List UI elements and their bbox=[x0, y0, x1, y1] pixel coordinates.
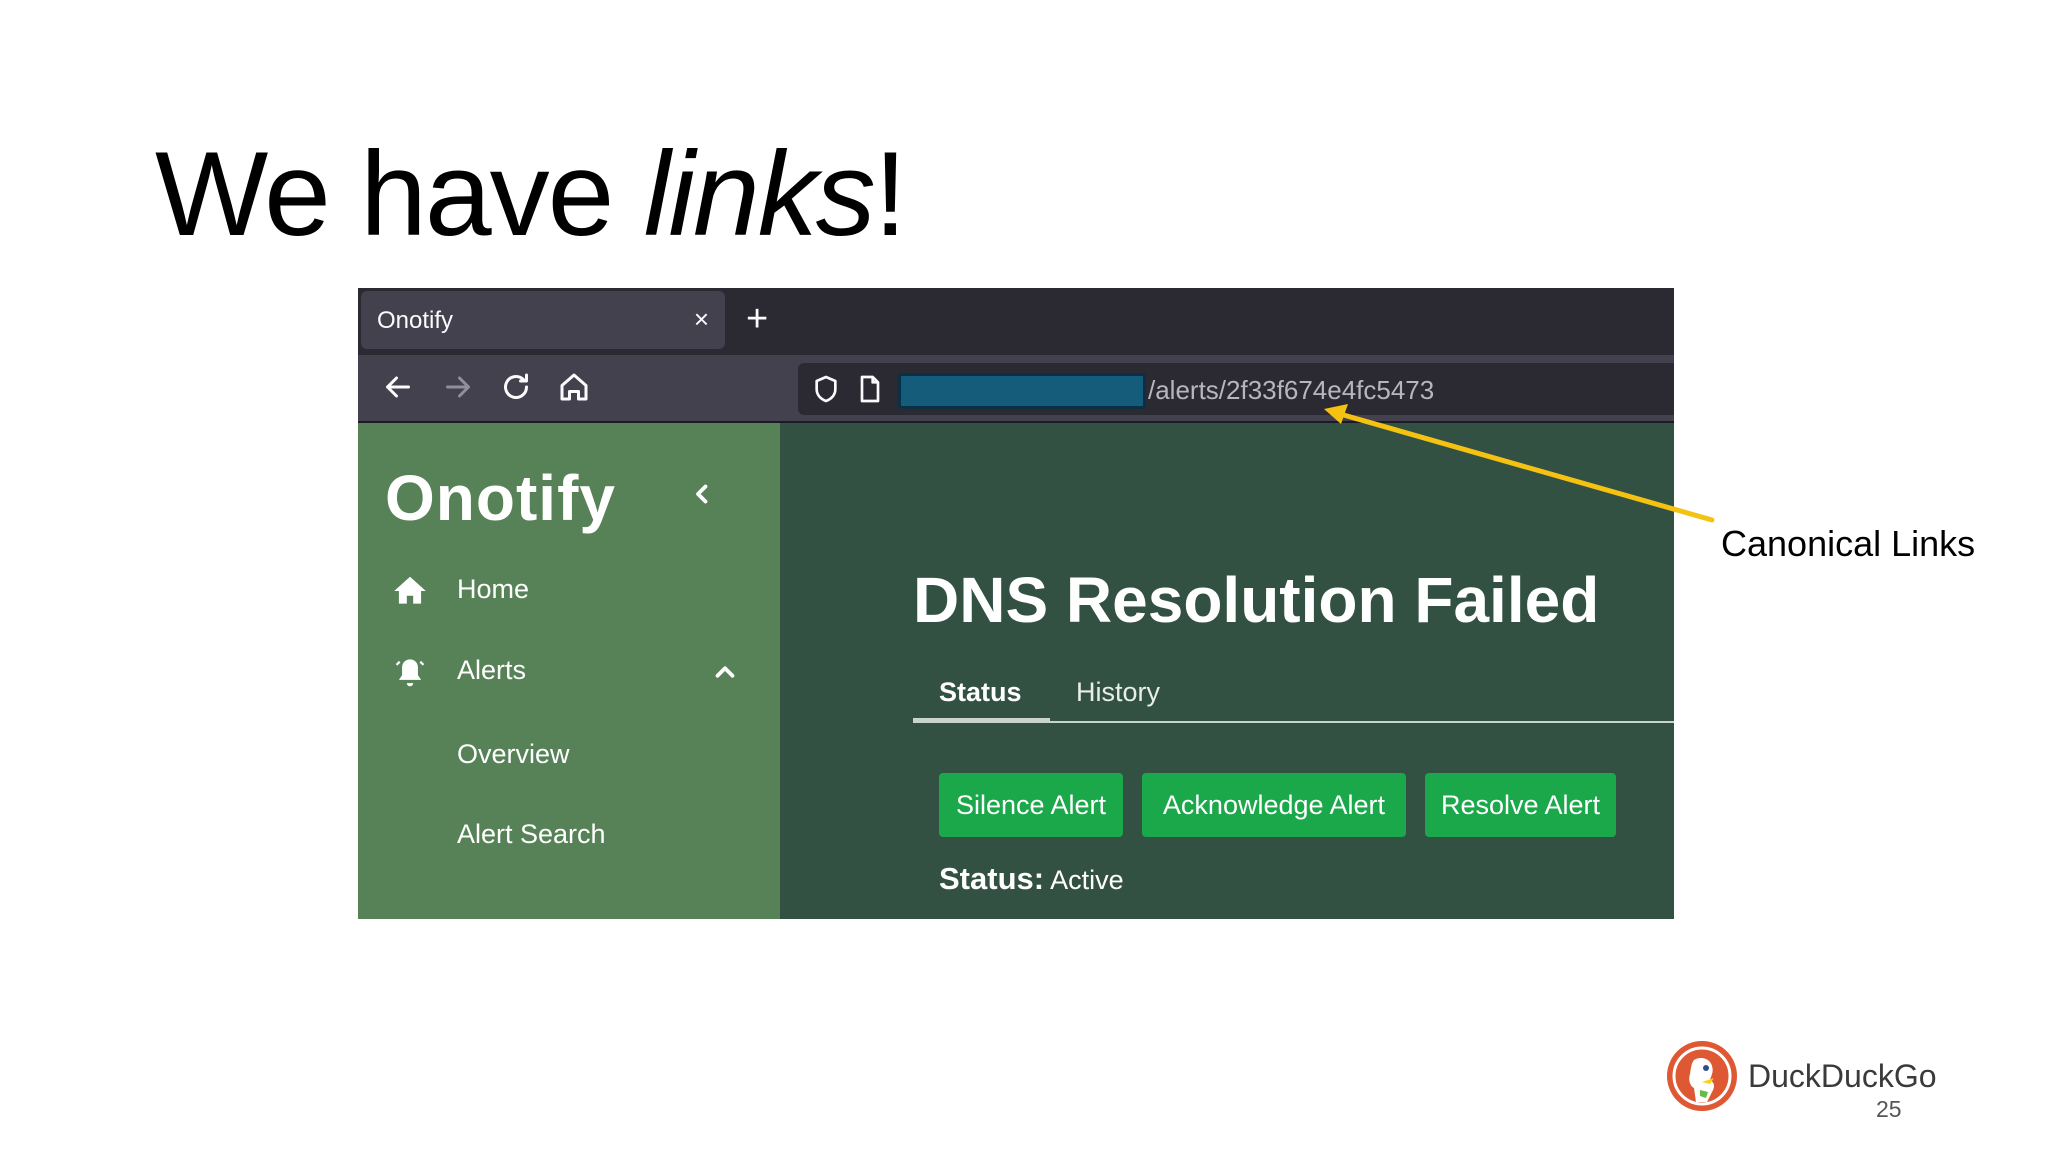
home-page-icon[interactable] bbox=[556, 369, 592, 405]
app-content: Onotify Home Alerts Overview Alert Searc… bbox=[358, 423, 1674, 919]
nav-toolbar: /alerts/2f33f674e4fc5473 bbox=[358, 355, 1674, 423]
collapse-sidebar-icon[interactable] bbox=[688, 479, 718, 509]
resolve-alert-button[interactable]: Resolve Alert bbox=[1425, 773, 1616, 837]
status-label: Status: bbox=[939, 861, 1045, 896]
slide-title-prefix: We have bbox=[155, 127, 644, 261]
url-path[interactable]: /alerts/2f33f674e4fc5473 bbox=[1148, 375, 1434, 406]
sidebar-item-alerts[interactable]: Alerts bbox=[358, 641, 780, 701]
sidebar-subitem-overview[interactable]: Overview bbox=[358, 727, 780, 783]
redacted-domain bbox=[898, 373, 1146, 409]
url-bar[interactable]: /alerts/2f33f674e4fc5473 bbox=[798, 363, 1674, 415]
sidebar-subitem-label: Overview bbox=[457, 739, 570, 769]
page-icon bbox=[854, 373, 886, 405]
tab-bar: Onotify × + bbox=[358, 288, 1674, 355]
sidebar-item-label: Alerts bbox=[457, 655, 527, 685]
chevron-up-icon[interactable] bbox=[710, 657, 740, 687]
slide-title: We have links! bbox=[155, 127, 907, 261]
tab-status[interactable]: Status bbox=[939, 677, 1022, 708]
duckduckgo-logo-icon bbox=[1667, 1041, 1737, 1111]
back-arrow-icon[interactable] bbox=[380, 369, 416, 405]
status-value: Active bbox=[1050, 865, 1124, 895]
tab-history[interactable]: History bbox=[1076, 677, 1160, 708]
sidebar-item-label: Home bbox=[457, 574, 530, 604]
sidebar: Onotify Home Alerts Overview Alert Searc… bbox=[358, 423, 780, 919]
close-tab-icon[interactable]: × bbox=[694, 304, 709, 335]
bell-icon bbox=[391, 653, 429, 691]
sidebar-subitem-label: Alert Search bbox=[457, 819, 606, 849]
status-line: Status: Active bbox=[939, 861, 1124, 897]
slide-title-emphasis: links bbox=[643, 127, 876, 261]
app-brand[interactable]: Onotify bbox=[385, 461, 616, 535]
tab-title: Onotify bbox=[377, 307, 454, 334]
reload-icon[interactable] bbox=[498, 369, 534, 405]
page-number: 25 bbox=[1876, 1096, 1902, 1122]
main-panel: DNS Resolution Failed Status History Sil… bbox=[780, 423, 1674, 919]
home-icon bbox=[391, 572, 429, 610]
page-title: DNS Resolution Failed bbox=[913, 564, 1600, 636]
sidebar-item-home[interactable]: Home bbox=[358, 560, 780, 620]
slide-title-suffix: ! bbox=[873, 127, 907, 261]
acknowledge-alert-button[interactable]: Acknowledge Alert bbox=[1142, 773, 1406, 837]
browser-tab[interactable]: Onotify × bbox=[361, 291, 725, 349]
shield-icon[interactable] bbox=[810, 373, 842, 405]
new-tab-icon[interactable]: + bbox=[746, 298, 768, 341]
footer-brand: DuckDuckGo bbox=[1748, 1058, 1937, 1094]
annotation-label: Canonical Links bbox=[1721, 523, 1976, 564]
forward-arrow-icon[interactable] bbox=[440, 369, 476, 405]
active-tab-indicator bbox=[913, 718, 1050, 722]
browser-screenshot: Onotify × + /alerts/2f33f674e4fc5473 Ono… bbox=[358, 288, 1674, 919]
sidebar-subitem-alert-search[interactable]: Alert Search bbox=[358, 807, 780, 863]
silence-alert-button[interactable]: Silence Alert bbox=[939, 773, 1123, 837]
tab-strip: Status History bbox=[913, 665, 1674, 723]
